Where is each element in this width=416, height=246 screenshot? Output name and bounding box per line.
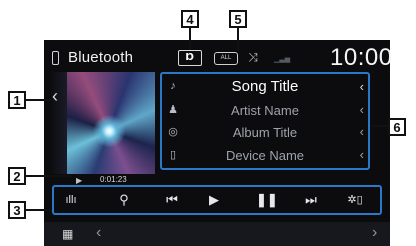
- repeat-all-icon[interactable]: ALL: [214, 52, 238, 65]
- callout-5: 5: [229, 10, 247, 28]
- callout-2: 2: [8, 167, 26, 185]
- previous-track-icon[interactable]: ⏮: [159, 190, 185, 210]
- settings-device-icon[interactable]: ✲▯: [346, 190, 364, 210]
- chevron-left-icon[interactable]: ‹: [96, 224, 101, 242]
- callout-4-line: [189, 26, 191, 50]
- shuffle-icon[interactable]: ⤨: [244, 50, 262, 65]
- device-name: Device Name: [225, 148, 305, 163]
- equalizer-icon[interactable]: ıllı: [60, 190, 82, 210]
- callout-1-line: [26, 99, 52, 101]
- callout-1: 1: [8, 91, 26, 109]
- chevron-left-icon[interactable]: ‹: [52, 86, 58, 107]
- dolby-audio-icon[interactable]: Ɒ: [178, 50, 202, 66]
- callout-2-line: [26, 175, 70, 177]
- pause-icon[interactable]: ❚❚: [256, 190, 278, 210]
- apps-grid-icon[interactable]: ▦: [62, 228, 74, 240]
- album-art[interactable]: [67, 72, 155, 174]
- device-row[interactable]: ▯ Device Name ‹: [166, 146, 364, 166]
- search-icon[interactable]: ⚲: [116, 190, 132, 210]
- source-label[interactable]: Bluetooth: [68, 49, 133, 66]
- chevron-left-icon[interactable]: ‹: [360, 102, 364, 117]
- album-title: Album Title: [232, 125, 298, 140]
- next-track-icon[interactable]: ⏭: [298, 190, 324, 210]
- signal-strength-icon: ▁▃▅: [274, 56, 291, 63]
- chevron-right-icon[interactable]: ›: [372, 224, 377, 242]
- play-status-icon: ▶: [76, 176, 83, 185]
- chevron-left-icon[interactable]: ‹: [360, 124, 364, 139]
- song-title-row[interactable]: ♪ Song Title ‹: [166, 78, 364, 98]
- album-row[interactable]: ◎ Album Title ‹: [166, 123, 364, 143]
- artist-name: Artist Name: [231, 103, 299, 118]
- artist-row[interactable]: ♟ Artist Name ‹: [166, 101, 364, 121]
- song-title: Song Title: [231, 78, 299, 95]
- callout-6: 6: [388, 118, 406, 136]
- chevron-left-icon[interactable]: ‹: [360, 79, 364, 94]
- callout-3: 3: [8, 201, 26, 219]
- clock: 10:00: [330, 44, 393, 71]
- chevron-left-icon[interactable]: ‹: [360, 147, 364, 162]
- phone-icon: [52, 51, 59, 65]
- callout-3-line: [26, 209, 52, 211]
- elapsed-time: 0:01:23: [100, 175, 127, 184]
- play-icon[interactable]: ▶: [206, 190, 222, 210]
- callout-4: 4: [181, 10, 199, 28]
- callout-5-line: [237, 26, 239, 50]
- callout-6-line: [370, 125, 388, 127]
